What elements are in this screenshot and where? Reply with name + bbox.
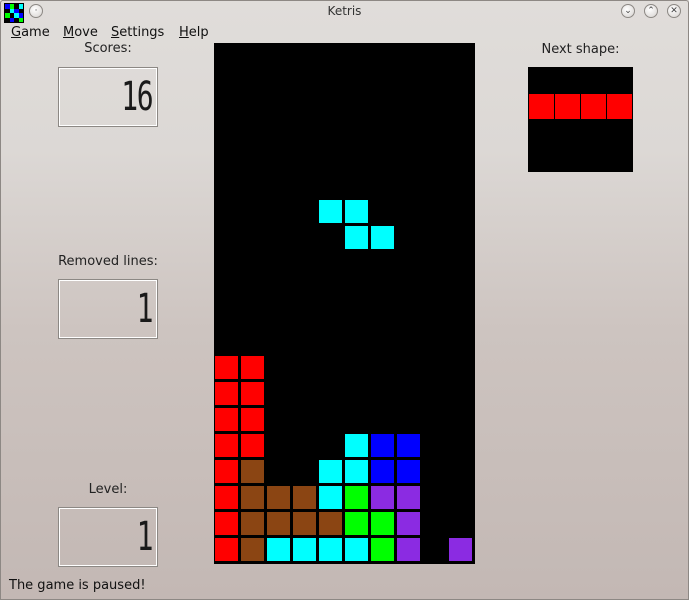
board-block [396,459,421,484]
board-block [318,511,343,536]
next-shape-block [528,93,555,120]
board-block [344,459,369,484]
board-block [240,407,265,432]
board-block [266,485,291,510]
minimize-button[interactable]: ⌄ [621,4,635,18]
board-block [240,485,265,510]
board-block [214,459,239,484]
level-value: 1 [136,514,154,560]
board-block [214,511,239,536]
board-block [396,511,421,536]
board-block [240,511,265,536]
maximize-button[interactable]: ⌃ [644,4,658,18]
falling-piece-block [318,199,343,224]
window-title: Ketris [327,4,362,18]
next-shape-block [606,93,633,120]
scores-display: 16 [58,67,158,127]
next-shape-label: Next shape: [541,42,620,57]
board-block [318,459,343,484]
board-block [396,485,421,510]
board-block [292,485,317,510]
scores-value: 16 [121,74,153,120]
board-block [240,433,265,458]
board-block [214,407,239,432]
board-block [370,511,395,536]
board-block [318,485,343,510]
board-block [344,485,369,510]
next-shape-block [580,93,607,120]
menu-help[interactable]: Help [179,25,209,40]
board-block [396,537,421,562]
board-block [370,537,395,562]
scores-label: Scores: [84,41,132,56]
menu-move[interactable]: Move [63,25,98,40]
board-block [344,537,369,562]
board-block [214,355,239,380]
title-bar[interactable]: · Ketris ⌄ ⌃ ✕ [0,0,689,23]
board-block [214,537,239,562]
menu-game[interactable]: Game [11,25,50,40]
board-block [240,459,265,484]
board-block [292,511,317,536]
next-shape-block [554,93,581,120]
game-board[interactable] [214,43,475,564]
board-block [240,355,265,380]
board-block [318,537,343,562]
removed-lines-display: 1 [58,279,158,339]
board-block [266,511,291,536]
board-block [214,381,239,406]
next-shape-preview [528,67,633,172]
board-block [396,433,421,458]
board-block [214,433,239,458]
board-block [240,381,265,406]
board-block [344,433,369,458]
falling-piece-block [344,199,369,224]
board-block [370,485,395,510]
menu-settings[interactable]: Settings [111,25,164,40]
removed-lines-label: Removed lines: [58,254,158,269]
status-message: The game is paused! [9,578,146,593]
falling-piece-block [370,225,395,250]
board-block [448,537,473,562]
level-display: 1 [58,507,158,567]
board-block [370,459,395,484]
board-block [240,537,265,562]
board-block [214,485,239,510]
board-block [292,537,317,562]
removed-lines-value: 1 [136,286,154,332]
board-block [370,433,395,458]
board-block [266,537,291,562]
board-block [344,511,369,536]
falling-piece-block [344,225,369,250]
close-button[interactable]: ✕ [667,4,681,18]
level-label: Level: [88,482,128,497]
